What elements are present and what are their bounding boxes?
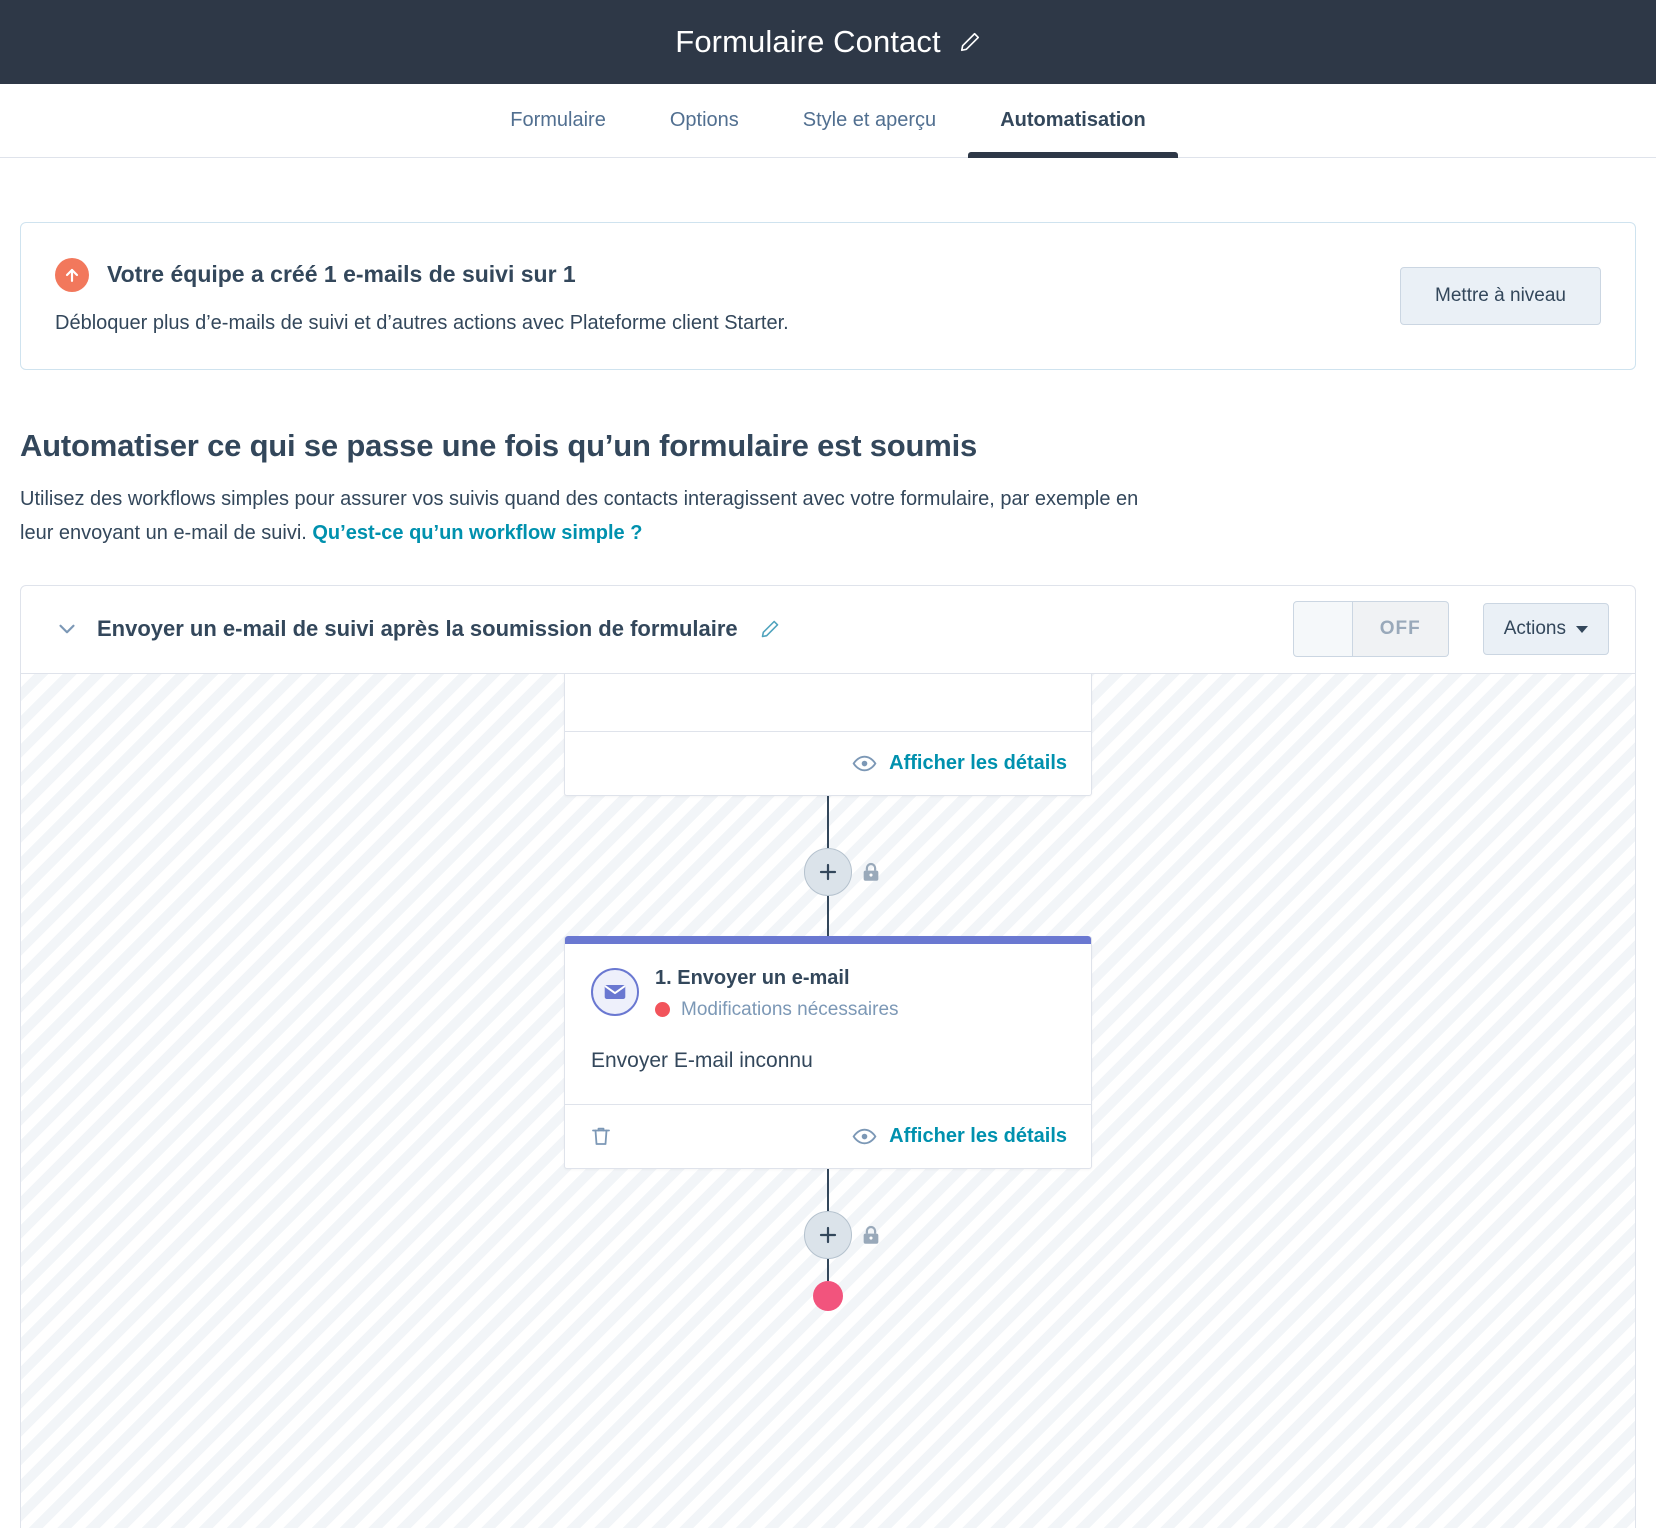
view-details-label: Afficher les détails	[889, 751, 1067, 774]
add-step-row	[804, 847, 879, 896]
workflow-card-body: 1. Envoyer un e-mail Modifications néces…	[565, 944, 1091, 1104]
upgrade-banner-title: Votre équipe a créé 1 e-mails de suivi s…	[107, 261, 576, 287]
card-accent-bar	[565, 935, 1091, 944]
workflow-header: Envoyer un e-mail de suivi après la soum…	[21, 586, 1635, 674]
section-title: Automatiser ce qui se passe une fois qu’…	[20, 428, 978, 463]
card-body-text: Envoyer E-mail inconnu	[591, 1048, 813, 1072]
actions-button-label: Actions	[1503, 618, 1566, 640]
view-details-link[interactable]: Afficher les détails	[852, 1124, 1067, 1149]
connector-line	[827, 1168, 829, 1211]
workflow-enable-toggle[interactable]: OFF	[1292, 601, 1449, 658]
tab-style-et-apercu[interactable]: Style et aperçu	[771, 84, 968, 157]
status-dot-icon	[655, 1002, 670, 1018]
workflow-help-link[interactable]: Qu’est-ce qu’un workflow simple ?	[312, 522, 642, 544]
tab-label: Formulaire	[510, 109, 606, 131]
arrow-up-circle-icon	[55, 257, 89, 292]
tab-bar: Formulaire Options Style et aperçu Autom…	[0, 84, 1656, 158]
lock-icon	[860, 861, 882, 883]
card-header-row: 1. Envoyer un e-mail Modifications néces…	[591, 966, 1065, 1021]
toggle-knob	[1292, 601, 1353, 658]
chevron-down-icon	[1576, 625, 1588, 633]
tab-automatisation[interactable]: Automatisation	[968, 84, 1178, 158]
upgrade-banner-headline: Votre équipe a créé 1 e-mails de suivi s…	[55, 257, 1400, 292]
connector-line	[827, 795, 829, 848]
chevron-down-icon[interactable]	[53, 615, 81, 643]
connector-line	[827, 895, 829, 936]
card-status-label: Modifications nécessaires	[681, 998, 899, 1020]
workflow-node-column: Afficher les détails 1. Envoyer un e-mai…	[564, 673, 1092, 1311]
card-step-title: 1. Envoyer un e-mail	[655, 966, 850, 989]
envelope-icon	[591, 967, 639, 1016]
actions-dropdown-button[interactable]: Actions	[1482, 603, 1609, 656]
pencil-icon[interactable]	[760, 619, 780, 639]
toggle-state-label: OFF	[1352, 601, 1449, 658]
eye-icon	[852, 751, 877, 776]
tab-options[interactable]: Options	[638, 84, 771, 157]
workflow-title: Envoyer un e-mail de suivi après la soum…	[97, 616, 738, 642]
upgrade-banner: Votre équipe a créé 1 e-mails de suivi s…	[20, 222, 1636, 370]
workflow-card-trigger[interactable]: Afficher les détails	[564, 673, 1092, 796]
workflow-card-send-email[interactable]: 1. Envoyer un e-mail Modifications néces…	[564, 935, 1092, 1169]
add-step-button[interactable]	[804, 1210, 852, 1259]
upgrade-banner-subtitle: Débloquer plus d’e-mails de suivi et d’a…	[55, 311, 789, 334]
trash-icon[interactable]	[589, 1124, 613, 1148]
app-header: Formulaire Contact	[0, 0, 1656, 84]
eye-icon	[852, 1124, 877, 1149]
workflow-card-body	[565, 674, 1091, 731]
lock-icon	[860, 1224, 882, 1246]
add-step-row	[804, 1210, 879, 1259]
workflow-panel: Envoyer un e-mail de suivi après la soum…	[20, 584, 1636, 1528]
next-node-indicator	[813, 1280, 843, 1311]
tab-label: Options	[669, 109, 739, 131]
view-details-label: Afficher les détails	[889, 1124, 1067, 1147]
tab-formulaire[interactable]: Formulaire	[478, 84, 638, 157]
card-header-text: 1. Envoyer un e-mail Modifications néces…	[655, 966, 899, 1021]
upgrade-banner-content: Votre équipe a créé 1 e-mails de suivi s…	[55, 257, 1400, 335]
connector-line	[827, 1258, 829, 1281]
workflow-card-footer: Afficher les détails	[565, 730, 1091, 795]
section-description: Utilisez des workflows simples pour assu…	[20, 482, 1170, 551]
upgrade-button[interactable]: Mettre à niveau	[1400, 267, 1601, 325]
tab-label: Automatisation	[1000, 109, 1146, 131]
workflow-card-footer: Afficher les détails	[565, 1103, 1091, 1168]
page-title: Formulaire Contact	[675, 24, 941, 59]
workflow-canvas[interactable]: Afficher les détails 1. Envoyer un e-mai…	[21, 673, 1635, 1528]
card-status: Modifications nécessaires	[655, 999, 899, 1021]
pencil-icon[interactable]	[959, 31, 981, 53]
view-details-link[interactable]: Afficher les détails	[852, 751, 1067, 776]
tab-label: Style et aperçu	[802, 109, 937, 131]
add-step-button[interactable]	[804, 847, 852, 896]
